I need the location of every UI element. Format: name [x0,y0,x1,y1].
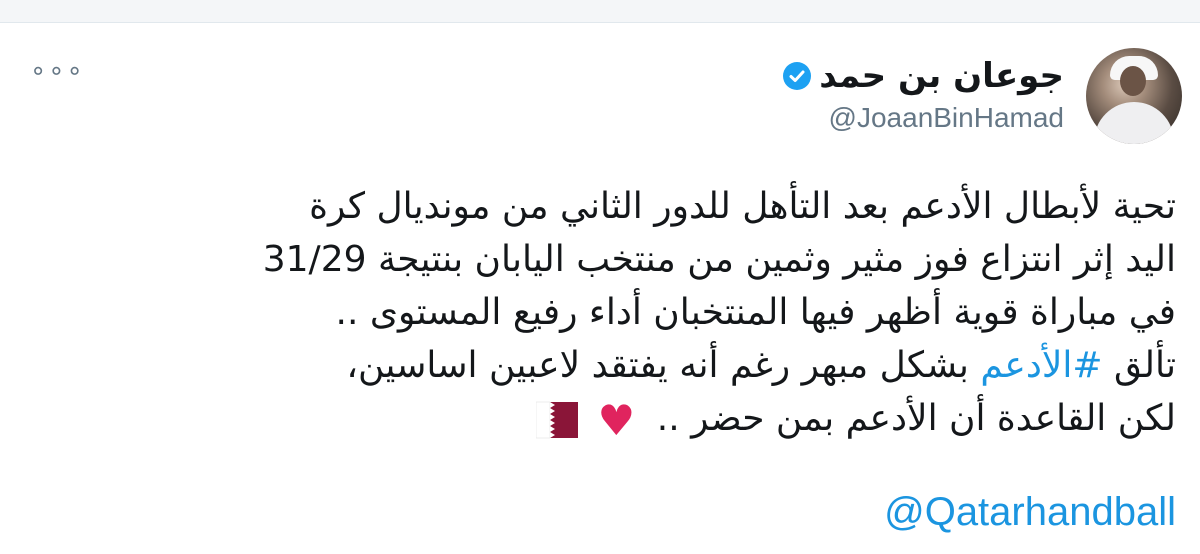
author-info: جوعان بن حمد @JoaanBinHamad [783,56,1064,136]
name-row: جوعان بن حمد [783,56,1064,96]
tweet-line-4-prefix: تألق [1114,345,1176,386]
hashtag-link[interactable]: #الأدعم [980,345,1102,386]
author-display-name[interactable]: جوعان بن حمد [819,56,1064,96]
tweet-line-2: اليد إثر انتزاع فوز مثير وثمين من منتخب … [262,239,1176,280]
avatar[interactable] [1086,48,1182,144]
tweet-header: جوعان بن حمد @JoaanBinHamad [783,44,1182,148]
more-options-icon[interactable]: ∘∘∘ [30,58,85,84]
tweet-line-5-text: لكن القاعدة أن الأدعم بمن حضر .. [656,398,1176,439]
tweet-line-3: في مباراة قوية أظهر فيها المنتخبان أداء … [335,292,1176,333]
tweet-line-4-text: بشكل مبهر رغم أنه يفتقد لاعبين اساسين، [346,345,969,386]
tweet-line-4: تألق #الأدعم بشكل مبهر رغم أنه يفتقد لاع… [20,339,1176,392]
heart-emoji-icon: ♥ [597,395,636,445]
top-divider [0,0,1200,23]
verified-badge-icon [783,62,812,90]
qatar-flag-icon [535,400,579,440]
tweet-line-1: تحية لأبطال الأدعم بعد التأهل للدور الثا… [309,186,1176,227]
mention-link[interactable]: @Qatarhandball [884,488,1176,536]
author-handle[interactable]: @JoaanBinHamad [829,100,1064,136]
tweet-line-5: لكن القاعدة أن الأدعم بمن حضر .. ♥ [20,392,1176,447]
tweet-text: تحية لأبطال الأدعم بعد التأهل للدور الثا… [20,180,1176,447]
